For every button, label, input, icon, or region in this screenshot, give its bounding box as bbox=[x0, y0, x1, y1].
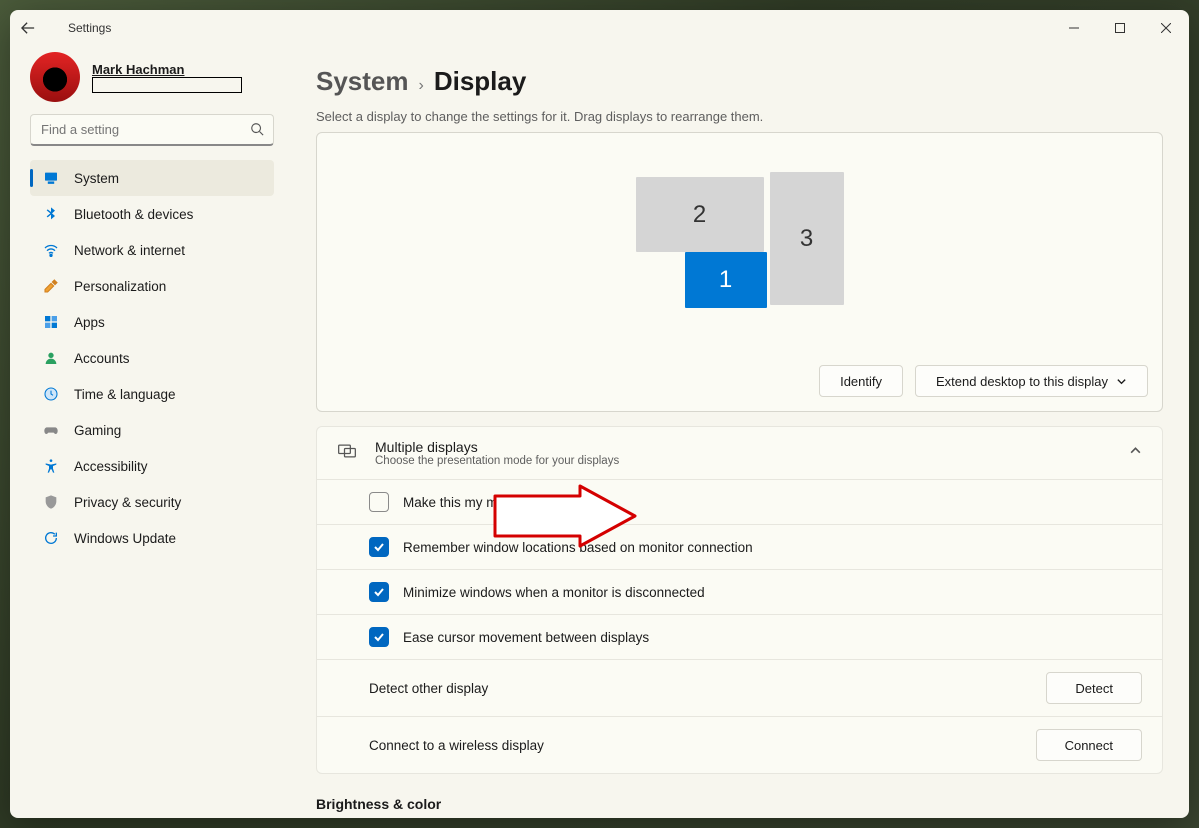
connect-wireless-label: Connect to a wireless display bbox=[369, 738, 544, 753]
breadcrumb-parent[interactable]: System bbox=[316, 66, 409, 97]
checkbox-remember[interactable] bbox=[369, 537, 389, 557]
option-label: Make this my main display bbox=[403, 495, 561, 510]
maximize-button[interactable] bbox=[1097, 10, 1143, 46]
sidebar-item-privacy[interactable]: Privacy & security bbox=[30, 484, 274, 520]
window-controls bbox=[1051, 10, 1189, 46]
system-icon bbox=[42, 169, 60, 187]
sidebar-item-update[interactable]: Windows Update bbox=[30, 520, 274, 556]
sidebar-item-network[interactable]: Network & internet bbox=[30, 232, 274, 268]
multiple-displays-card: Multiple displays Choose the presentatio… bbox=[316, 426, 1163, 774]
detect-label: Detect other display bbox=[369, 681, 488, 696]
search-icon bbox=[250, 122, 264, 141]
option-minimize[interactable]: Minimize windows when a monitor is disco… bbox=[317, 569, 1162, 614]
sidebar-item-label: Personalization bbox=[74, 279, 166, 294]
titlebar: Settings bbox=[10, 10, 1189, 46]
personalization-icon bbox=[42, 277, 60, 295]
breadcrumb: System › Display bbox=[316, 66, 1163, 97]
accounts-icon bbox=[42, 349, 60, 367]
monitor-arrangement-panel: 2 3 1 Identify Extend desktop to this di… bbox=[316, 132, 1163, 412]
search-box[interactable] bbox=[30, 114, 274, 146]
account-name: Mark Hachman bbox=[92, 62, 242, 77]
sidebar-item-time[interactable]: Time & language bbox=[30, 376, 274, 412]
detect-button[interactable]: Detect bbox=[1046, 672, 1142, 704]
monitor-canvas[interactable]: 2 3 1 bbox=[331, 147, 1148, 357]
avatar bbox=[30, 52, 80, 102]
sidebar-item-accounts[interactable]: Accounts bbox=[30, 340, 274, 376]
sidebar-item-gaming[interactable]: Gaming bbox=[30, 412, 274, 448]
chevron-up-icon bbox=[1129, 444, 1142, 462]
monitor-3[interactable]: 3 bbox=[770, 172, 844, 305]
sidebar-item-label: Gaming bbox=[74, 423, 121, 438]
multiple-displays-subtitle: Choose the presentation mode for your di… bbox=[375, 455, 619, 467]
sidebar-item-label: Privacy & security bbox=[74, 495, 181, 510]
page-title: Display bbox=[434, 66, 527, 97]
sidebar-item-label: Accounts bbox=[74, 351, 130, 366]
time-icon bbox=[42, 385, 60, 403]
window-title: Settings bbox=[68, 21, 111, 35]
sidebar-item-label: Windows Update bbox=[74, 531, 176, 546]
privacy-icon bbox=[42, 493, 60, 511]
identify-button[interactable]: Identify bbox=[819, 365, 903, 397]
settings-window: Settings Mark Hachman bbox=[10, 10, 1189, 818]
presentation-mode-dropdown[interactable]: Extend desktop to this display bbox=[915, 365, 1148, 397]
displays-icon bbox=[337, 441, 357, 466]
sidebar-item-accessibility[interactable]: Accessibility bbox=[30, 448, 274, 484]
main-content[interactable]: System › Display Select a display to cha… bbox=[290, 46, 1189, 818]
apps-icon bbox=[42, 313, 60, 331]
back-button[interactable] bbox=[10, 10, 46, 46]
sidebar-item-label: System bbox=[74, 171, 119, 186]
detect-other-display-row: Detect other display Detect bbox=[317, 659, 1162, 716]
option-label: Remember window locations based on monit… bbox=[403, 540, 753, 555]
search-input[interactable] bbox=[30, 114, 274, 146]
option-ease[interactable]: Ease cursor movement between displays bbox=[317, 614, 1162, 659]
multiple-displays-header[interactable]: Multiple displays Choose the presentatio… bbox=[317, 427, 1162, 479]
nav-list: System Bluetooth & devices Network & inter… bbox=[30, 160, 274, 556]
sidebar-item-label: Network & internet bbox=[74, 243, 185, 258]
sidebar-item-apps[interactable]: Apps bbox=[30, 304, 274, 340]
connect-button[interactable]: Connect bbox=[1036, 729, 1142, 761]
network-icon bbox=[42, 241, 60, 259]
option-remember[interactable]: Remember window locations based on monit… bbox=[317, 524, 1162, 569]
multiple-displays-title: Multiple displays bbox=[375, 439, 619, 455]
brightness-section-heading: Brightness & color bbox=[316, 796, 1163, 812]
account-header[interactable]: Mark Hachman bbox=[30, 52, 274, 102]
checkbox-minimize[interactable] bbox=[369, 582, 389, 602]
update-icon bbox=[42, 529, 60, 547]
option-main[interactable]: Make this my main display bbox=[317, 479, 1162, 524]
close-button[interactable] bbox=[1143, 10, 1189, 46]
account-email bbox=[92, 77, 242, 93]
option-label: Ease cursor movement between displays bbox=[403, 630, 649, 645]
checkbox-main[interactable] bbox=[369, 492, 389, 512]
sidebar-item-label: Time & language bbox=[74, 387, 176, 402]
accessibility-icon bbox=[42, 457, 60, 475]
sidebar-item-personalization[interactable]: Personalization bbox=[30, 268, 274, 304]
presentation-mode-label: Extend desktop to this display bbox=[936, 374, 1108, 389]
gaming-icon bbox=[42, 421, 60, 439]
bluetooth-icon bbox=[42, 205, 60, 223]
sidebar: Mark Hachman System Bluetooth & devices Ne… bbox=[10, 46, 290, 818]
sidebar-item-label: Bluetooth & devices bbox=[74, 207, 193, 222]
sidebar-item-bluetooth[interactable]: Bluetooth & devices bbox=[30, 196, 274, 232]
chevron-right-icon: › bbox=[419, 77, 424, 95]
monitor-2[interactable]: 2 bbox=[636, 177, 764, 252]
sidebar-item-system[interactable]: System bbox=[30, 160, 274, 196]
checkbox-ease[interactable] bbox=[369, 627, 389, 647]
sidebar-item-label: Accessibility bbox=[74, 459, 148, 474]
chevron-down-icon bbox=[1116, 376, 1127, 387]
arrange-subtitle: Select a display to change the settings … bbox=[316, 109, 1163, 124]
option-label: Minimize windows when a monitor is disco… bbox=[403, 585, 705, 600]
connect-wireless-row: Connect to a wireless display Connect bbox=[317, 716, 1162, 773]
minimize-button[interactable] bbox=[1051, 10, 1097, 46]
monitor-1[interactable]: 1 bbox=[685, 252, 767, 308]
sidebar-item-label: Apps bbox=[74, 315, 105, 330]
